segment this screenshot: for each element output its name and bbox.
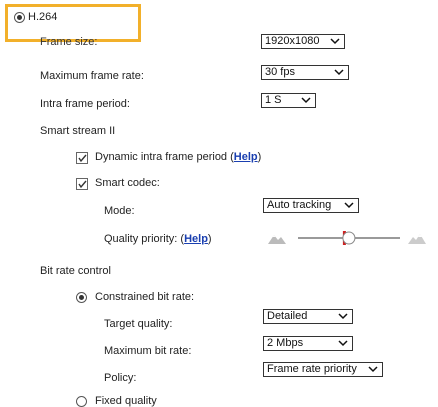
mode-value: Auto tracking (267, 199, 332, 211)
max-frame-rate-select[interactable]: 30 fps (261, 65, 349, 80)
smart-codec-label: Smart codec: (95, 177, 160, 189)
target-quality-select[interactable]: Detailed (263, 309, 353, 324)
chevron-down-icon (338, 340, 348, 347)
slider-knob[interactable] (342, 231, 356, 245)
bit-rate-control-title: Bit rate control (40, 265, 111, 277)
intra-frame-period-label: Intra frame period: (40, 98, 130, 110)
max-frame-rate-value: 30 fps (265, 66, 295, 78)
intra-frame-period-select[interactable]: 1 S (261, 93, 316, 108)
policy-label: Policy: (104, 372, 137, 384)
chevron-down-icon (330, 38, 340, 45)
max-bit-rate-select[interactable]: 2 Mbps (263, 336, 353, 351)
h264-radio[interactable] (14, 12, 25, 23)
smart-codec-checkbox[interactable] (76, 178, 88, 190)
checkmark-icon (78, 154, 87, 163)
intra-frame-period-value: 1 S (265, 94, 282, 106)
dynamic-intra-label: Dynamic intra frame period (Help) (95, 151, 262, 163)
chevron-down-icon (338, 313, 348, 320)
checkmark-icon (78, 180, 87, 189)
policy-value: Frame rate priority (267, 363, 357, 375)
frame-size-value: 1920x1080 (265, 35, 320, 47)
quality-priority-label: Quality priority: (Help) (104, 233, 212, 245)
target-quality-value: Detailed (267, 310, 308, 322)
constrained-bit-rate-label: Constrained bit rate: (95, 291, 195, 303)
constrained-bit-rate-radio[interactable] (76, 292, 87, 303)
mode-label: Mode: (104, 205, 135, 217)
smart-stream-title: Smart stream II (40, 125, 116, 137)
chevron-down-icon (301, 97, 311, 104)
dynamic-intra-help-link[interactable]: Help (234, 151, 258, 163)
max-frame-rate-label: Maximum frame rate: (40, 70, 144, 82)
mode-select[interactable]: Auto tracking (263, 198, 359, 213)
max-bit-rate-value: 2 Mbps (267, 337, 304, 349)
mountain-low-icon (268, 235, 286, 244)
policy-select[interactable]: Frame rate priority (263, 362, 383, 377)
chevron-down-icon (344, 202, 354, 209)
max-bit-rate-label: Maximum bit rate: (104, 345, 192, 357)
h264-label: H.264 (28, 11, 58, 23)
frame-size-select[interactable]: 1920x1080 (261, 34, 345, 49)
frame-size-label: Frame size: (40, 36, 98, 48)
quality-priority-help-link[interactable]: Help (184, 233, 208, 245)
target-quality-label: Target quality: (104, 318, 173, 330)
chevron-down-icon (368, 366, 378, 373)
fixed-quality-label: Fixed quality (95, 395, 157, 407)
chevron-down-icon (334, 69, 344, 76)
fixed-quality-radio[interactable] (76, 396, 87, 407)
quality-priority-slider[interactable] (262, 226, 432, 250)
mountain-high-icon (408, 234, 426, 244)
dynamic-intra-checkbox[interactable] (76, 152, 88, 164)
